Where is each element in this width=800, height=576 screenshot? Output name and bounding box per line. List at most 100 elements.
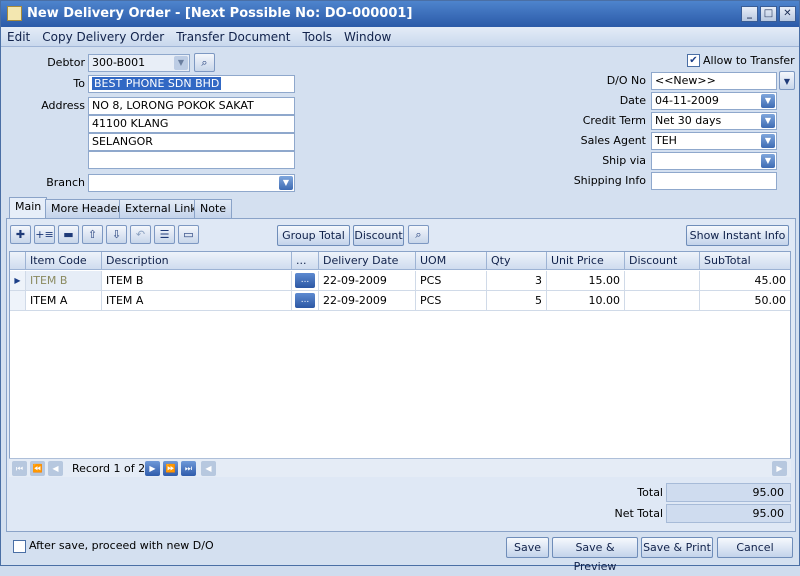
net-total-label: Net Total xyxy=(614,507,664,520)
table-row[interactable]: ▶ ITEM B ITEM B ... 22-09-2009 PCS 3 15.… xyxy=(10,271,790,291)
list-button[interactable]: ☰ xyxy=(154,225,175,244)
tab-note[interactable]: Note xyxy=(194,199,233,219)
sales-agent-value: TEH xyxy=(655,134,677,147)
discount-button[interactable]: Discount xyxy=(353,225,404,246)
save-button[interactable]: Save xyxy=(506,537,549,558)
col-unit-price[interactable]: Unit Price xyxy=(547,252,625,270)
after-save-checkbox[interactable] xyxy=(13,540,26,553)
previous-page-icon[interactable]: ⏪ xyxy=(30,461,45,476)
cell-item-code[interactable]: ITEM A xyxy=(26,291,102,310)
chevron-down-icon: ▼ xyxy=(761,94,775,108)
ship-via-select[interactable]: ▼ xyxy=(651,152,777,170)
undo-icon: ↶ xyxy=(135,228,146,241)
debtor-lookup-button[interactable]: ⌕ xyxy=(194,53,215,72)
credit-term-select[interactable]: Net 30 days ▼ xyxy=(651,112,777,130)
delete-row-button[interactable]: ▬ xyxy=(58,225,79,244)
arrow-down-icon: ⇩ xyxy=(111,228,122,241)
do-no-dropdown-button[interactable]: ▼ xyxy=(779,71,795,90)
col-item-code[interactable]: Item Code xyxy=(26,252,102,270)
sales-agent-select[interactable]: TEH ▼ xyxy=(651,132,777,150)
col-qty[interactable]: Qty xyxy=(487,252,547,270)
minimize-button[interactable]: _ xyxy=(741,6,758,22)
col-description[interactable]: Description xyxy=(102,252,292,270)
first-record-icon[interactable]: ⏮ xyxy=(12,461,27,476)
cell-qty[interactable]: 5 xyxy=(487,291,547,310)
col-uom[interactable]: UOM xyxy=(416,252,487,270)
debtor-select[interactable]: 300-B001 ▼ xyxy=(88,54,190,72)
item-lookup-button[interactable]: ⌕ xyxy=(408,225,429,244)
insert-row-button[interactable]: +≡ xyxy=(34,225,55,244)
cell-unit-price[interactable]: 15.00 xyxy=(547,271,625,290)
col-subtotal[interactable]: SubTotal xyxy=(700,252,790,270)
close-button[interactable]: ✕ xyxy=(779,6,796,22)
cell-qty[interactable]: 3 xyxy=(487,271,547,290)
cell-uom[interactable]: PCS xyxy=(416,291,487,310)
cell-discount[interactable] xyxy=(625,291,700,310)
col-delivery-date[interactable]: Delivery Date xyxy=(319,252,416,270)
next-record-icon[interactable]: ▶ xyxy=(145,461,160,476)
menu-window[interactable]: Window xyxy=(338,27,397,47)
debtor-label: Debtor xyxy=(47,56,85,69)
list-icon: ☰ xyxy=(159,228,170,241)
menu-transfer-document[interactable]: Transfer Document xyxy=(170,27,296,47)
shipping-info-field[interactable] xyxy=(651,172,777,190)
col-ellipsis[interactable]: ... xyxy=(292,252,319,270)
do-no-field[interactable]: <<New>> xyxy=(651,72,777,90)
date-label: Date xyxy=(619,94,646,107)
table-row[interactable]: ITEM A ITEM A ... 22-09-2009 PCS 5 10.00… xyxy=(10,291,790,311)
add-row-button[interactable]: ✚ xyxy=(10,225,31,244)
menu-copy-delivery-order[interactable]: Copy Delivery Order xyxy=(36,27,170,47)
window-title: New Delivery Order - [Next Possible No: … xyxy=(27,6,413,21)
cell-discount[interactable] xyxy=(625,271,700,290)
total-value: 95.00 xyxy=(666,483,791,502)
row-detail-button[interactable]: ... xyxy=(295,273,315,288)
save-print-button[interactable]: Save & Print xyxy=(641,537,713,558)
allow-transfer-label: Allow to Transfer xyxy=(703,54,795,67)
cell-item-code[interactable]: ITEM B xyxy=(26,271,102,290)
cell-description[interactable]: ITEM B xyxy=(102,271,292,290)
tab-main[interactable]: Main xyxy=(9,197,48,219)
move-down-button[interactable]: ⇩ xyxy=(106,225,127,244)
menu-edit[interactable]: Edit xyxy=(1,27,36,47)
after-save-label: After save, proceed with new D/O xyxy=(29,539,214,552)
address-line-1[interactable]: NO 8, LORONG POKOK SAKAT xyxy=(88,97,295,115)
detail-button[interactable]: ▭ xyxy=(178,225,199,244)
undo-button[interactable]: ↶ xyxy=(130,225,151,244)
row-indicator xyxy=(10,291,26,310)
cell-uom[interactable]: PCS xyxy=(416,271,487,290)
address-line-4[interactable] xyxy=(88,151,295,169)
group-total-button[interactable]: Group Total xyxy=(277,225,350,246)
net-total-value: 95.00 xyxy=(666,504,791,523)
cell-delivery-date[interactable]: 22-09-2009 xyxy=(319,291,416,310)
menu-tools[interactable]: Tools xyxy=(296,27,338,47)
allow-transfer-checkbox[interactable]: ✔ xyxy=(687,54,700,67)
date-picker[interactable]: 04-11-2009 ▼ xyxy=(651,92,777,110)
total-label: Total xyxy=(637,486,663,499)
address-line-3[interactable]: SELANGOR xyxy=(88,133,295,151)
move-up-button[interactable]: ⇧ xyxy=(82,225,103,244)
show-instant-info-button[interactable]: Show Instant Info xyxy=(686,225,789,246)
save-preview-button[interactable]: Save & Preview xyxy=(552,537,638,573)
to-field[interactable]: BEST PHONE SDN BHD xyxy=(88,75,295,93)
scroll-left-icon[interactable]: ◀ xyxy=(201,461,216,476)
previous-record-icon[interactable]: ◀ xyxy=(48,461,63,476)
chevron-down-icon: ▼ xyxy=(761,114,775,128)
maximize-button[interactable]: □ xyxy=(760,6,777,22)
address-line-2[interactable]: 41100 KLANG xyxy=(88,115,295,133)
col-discount[interactable]: Discount xyxy=(625,252,700,270)
next-page-icon[interactable]: ⏩ xyxy=(163,461,178,476)
tab-more-header[interactable]: More Header xyxy=(45,199,128,219)
cancel-button[interactable]: Cancel xyxy=(717,537,793,558)
row-current-indicator-icon: ▶ xyxy=(10,271,26,290)
scroll-right-icon[interactable]: ▶ xyxy=(772,461,787,476)
plus-icon: ✚ xyxy=(15,228,26,241)
tab-external-link[interactable]: External Link xyxy=(119,199,203,219)
delivery-order-window: New Delivery Order - [Next Possible No: … xyxy=(0,0,800,573)
cell-description[interactable]: ITEM A xyxy=(102,291,292,310)
branch-select[interactable]: ▼ xyxy=(88,174,295,192)
cell-delivery-date[interactable]: 22-09-2009 xyxy=(319,271,416,290)
cell-unit-price[interactable]: 10.00 xyxy=(547,291,625,310)
date-value: 04-11-2009 xyxy=(655,94,719,107)
last-record-icon[interactable]: ⏭ xyxy=(181,461,196,476)
row-detail-button[interactable]: ... xyxy=(295,293,315,308)
